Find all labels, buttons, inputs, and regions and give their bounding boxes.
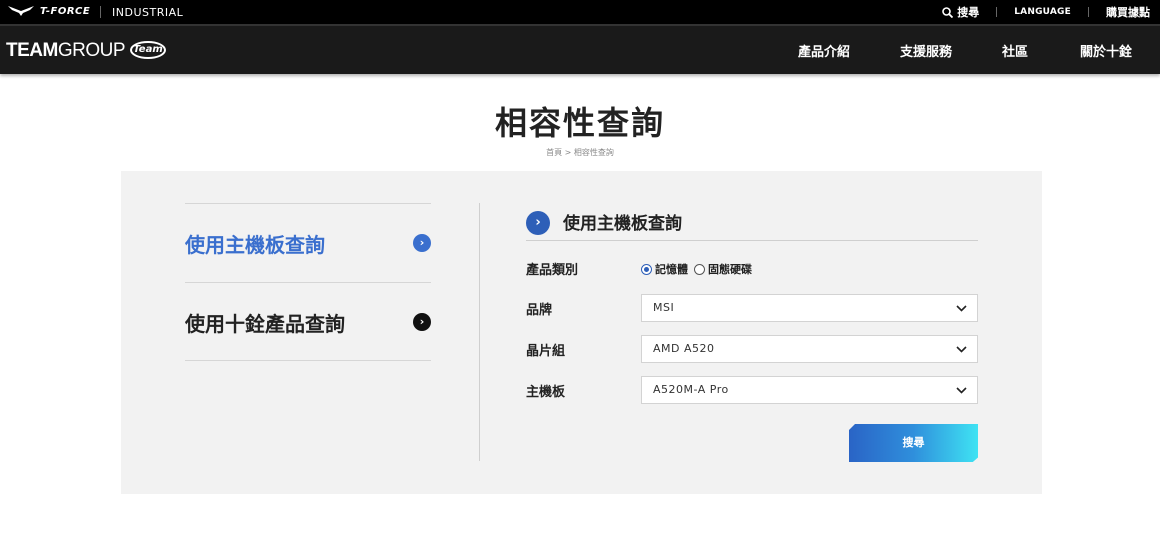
divider <box>100 6 101 18</box>
category-label: 產品類別 <box>526 263 579 278</box>
search-label: 搜尋 <box>957 6 980 19</box>
industrial-logo[interactable]: INDUSTRIAL <box>112 6 183 19</box>
chevron-right-icon: › <box>413 313 431 331</box>
tforce-logo[interactable]: T-FORCE <box>8 5 90 17</box>
search-button[interactable]: 搜尋 <box>849 424 978 462</box>
motherboard-select[interactable]: A520M-A Pro <box>641 376 978 404</box>
industrial-label: INDUSTRIAL <box>112 6 184 19</box>
logo-thin: GROUP <box>57 40 126 61</box>
main-nav: 產品介紹 支援服務 社區 關於十銓 <box>798 41 1132 60</box>
divider <box>1088 7 1089 17</box>
radio-memory-checked[interactable] <box>641 263 652 275</box>
breadcrumb-home[interactable]: 首頁 <box>546 148 562 157</box>
category-radio-group: 記憶體 固態硬碟 <box>641 261 758 277</box>
breadcrumb-separator: > <box>564 148 572 157</box>
breadcrumb: 首頁 > 相容性查詢 <box>0 147 1160 158</box>
radio-ssd-unchecked[interactable] <box>694 263 705 275</box>
tforce-label: T-FORCE <box>40 5 91 17</box>
query-mode-menu: 使用主機板查詢 › 使用十銓產品查詢 › <box>185 203 431 361</box>
brand-value: MSI <box>653 301 675 314</box>
chevron-down-icon <box>956 295 967 312</box>
nav-item-about[interactable]: 關於十銓 <box>1080 41 1132 60</box>
nav-item-products[interactable]: 產品介紹 <box>798 41 850 60</box>
radio-memory-label: 記憶體 <box>655 263 688 276</box>
nav-item-community[interactable]: 社區 <box>1002 41 1028 60</box>
chevron-down-icon <box>956 377 967 394</box>
breadcrumb-current: 相容性查詢 <box>573 148 614 157</box>
vertical-divider <box>479 203 480 461</box>
tforce-wing-icon <box>8 6 34 16</box>
divider <box>996 7 998 17</box>
menu-item-label: 使用主機板查詢 <box>185 233 325 257</box>
menu-item-product-query[interactable]: 使用十銓產品查詢 › <box>185 282 431 361</box>
brand-select[interactable]: MSI <box>641 294 978 322</box>
radio-ssd[interactable]: 固態硬碟 <box>694 261 752 277</box>
motherboard-query-form: › 使用主機板查詢 產品類別 記憶體 固態硬碟 品牌 MSI 晶片組 AMD A… <box>526 206 978 462</box>
chipset-select[interactable]: AMD A520 <box>641 335 978 363</box>
where-to-buy-link[interactable]: 購買據點 <box>1106 4 1150 20</box>
search-icon <box>942 6 954 18</box>
page-title: 相容性查詢 <box>494 104 665 142</box>
logo-bold: TEAM <box>6 40 58 61</box>
motherboard-value: A520M-A Pro <box>653 383 729 396</box>
top-search-link[interactable]: 搜尋 <box>942 4 979 20</box>
compatibility-panel: 使用主機板查詢 › 使用十銓產品查詢 › › 使用主機板查詢 產品類別 記憶體 … <box>121 171 1042 494</box>
chipset-value: AMD A520 <box>653 342 715 355</box>
menu-item-label: 使用十銓產品查詢 <box>185 312 345 336</box>
nav-item-support[interactable]: 支援服務 <box>900 41 952 60</box>
form-title: 使用主機板查詢 <box>563 214 682 234</box>
radio-memory[interactable]: 記憶體 <box>641 261 688 277</box>
chipset-label: 晶片組 <box>526 344 566 359</box>
motherboard-label: 主機板 <box>526 385 566 400</box>
form-header: › 使用主機板查詢 <box>526 206 978 241</box>
top-bar: T-FORCE INDUSTRIAL 搜尋 LANGUAGE 購買據點 <box>0 0 1160 24</box>
brand-label: 品牌 <box>526 303 553 318</box>
teamgroup-logo[interactable]: TEAMGROUP <box>6 40 126 62</box>
main-header: TEAMGROUP Team 產品介紹 支援服務 社區 關於十銓 <box>0 24 1160 74</box>
language-link[interactable]: LANGUAGE <box>1014 7 1071 17</box>
radio-ssd-label: 固態硬碟 <box>708 263 752 276</box>
chevron-right-icon: › <box>413 234 431 252</box>
menu-item-motherboard-query[interactable]: 使用主機板查詢 › <box>185 203 431 282</box>
chevron-down-icon <box>956 336 967 353</box>
utility-links: 搜尋 LANGUAGE 購買據點 <box>942 4 1150 20</box>
chevron-right-icon: › <box>526 211 550 235</box>
team-badge-logo: Team <box>130 41 166 59</box>
